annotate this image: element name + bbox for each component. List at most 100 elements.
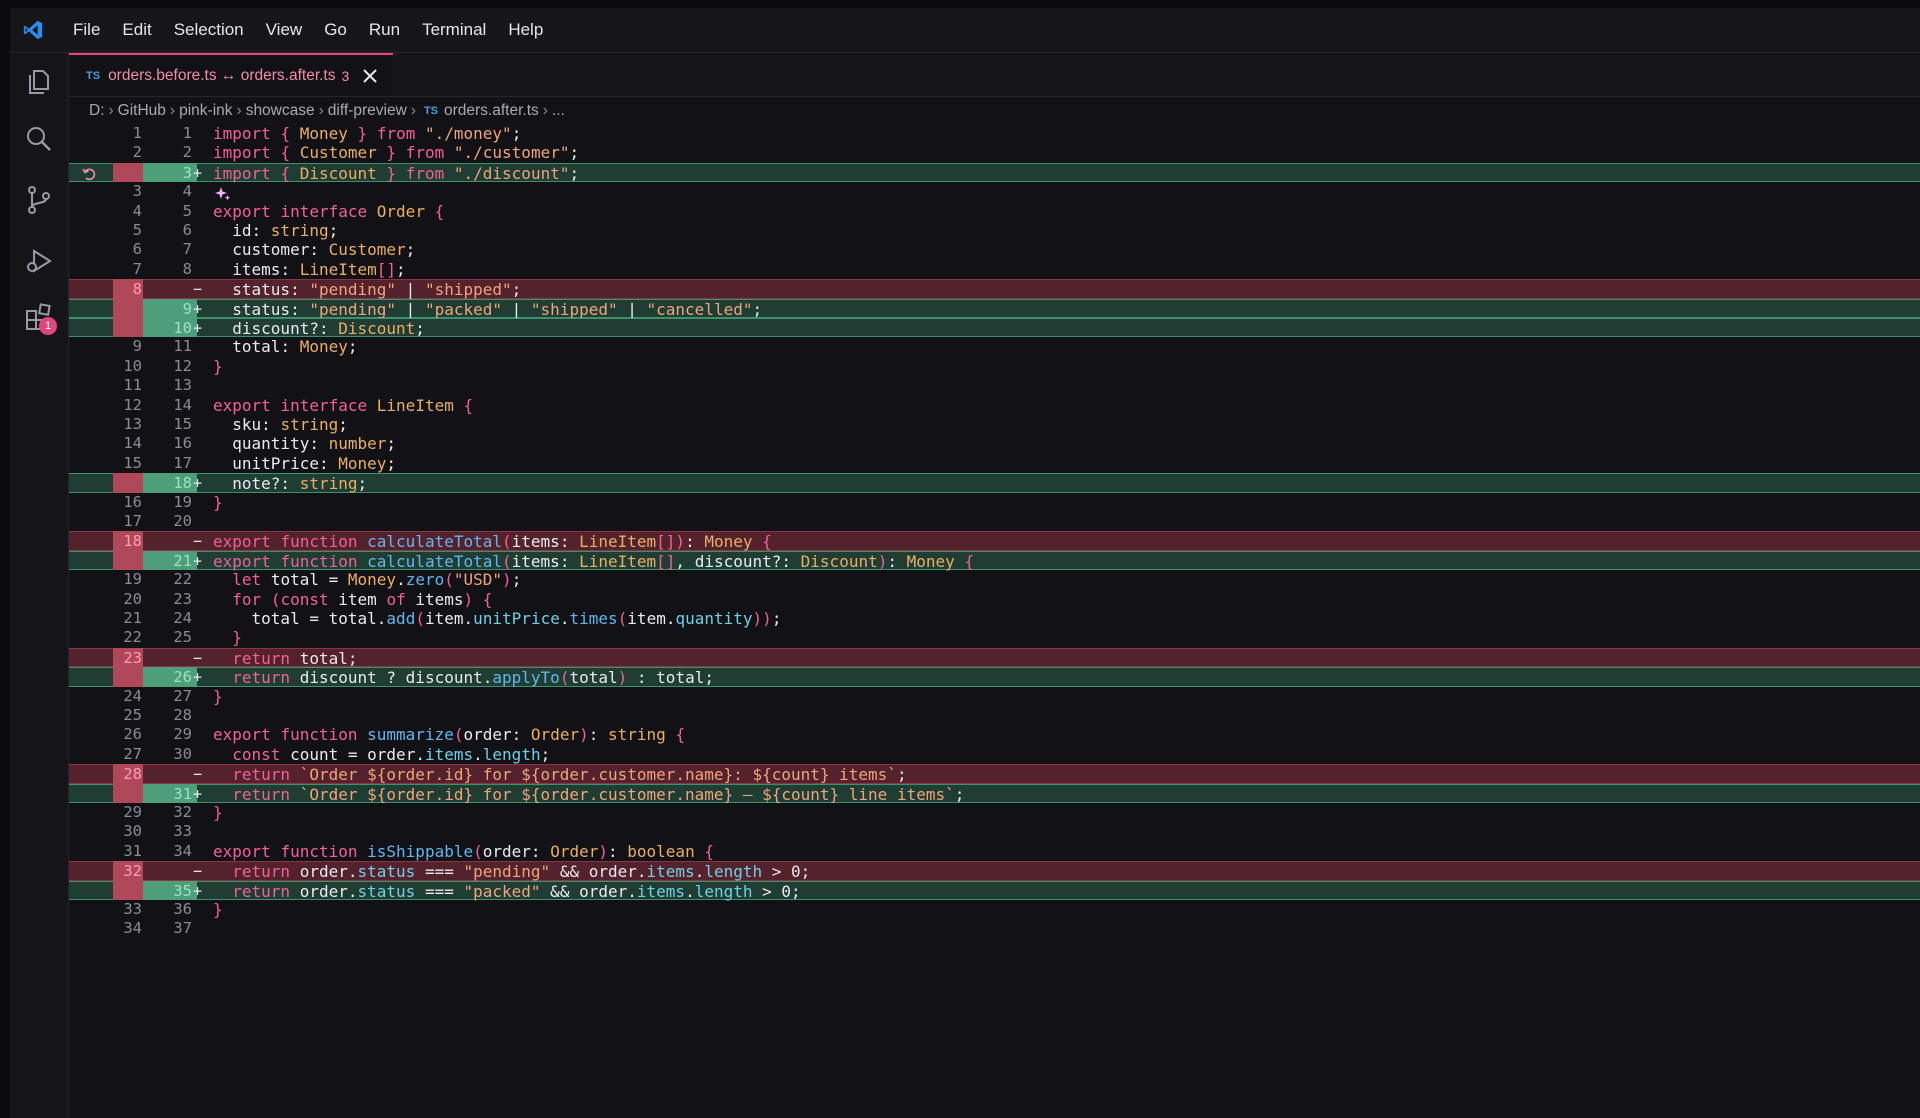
diff-line[interactable]: 6 7 customer: Customer; (69, 240, 1920, 259)
line-number-old: 5 (132, 221, 142, 239)
line-number-old: 1 (132, 124, 142, 142)
menu-terminal[interactable]: Terminal (411, 15, 497, 45)
diff-line[interactable]: 17 20 (69, 512, 1920, 531)
diff-line-deleted[interactable]: 23 − return total; (69, 647, 1920, 668)
menu-file[interactable]: File (62, 15, 111, 45)
diff-line[interactable]: 9 11 total: Money; (69, 337, 1920, 356)
diff-line[interactable]: 15 17 unitPrice: Money; (69, 454, 1920, 473)
code-text: const count = order.items.length; (232, 744, 551, 764)
diff-line[interactable]: 19 22 let total = Money.zero("USD"); (69, 570, 1920, 589)
menu-run[interactable]: Run (358, 15, 411, 45)
close-icon[interactable] (361, 67, 379, 85)
line-number-old: 2 (132, 143, 142, 162)
code-text: items: LineItem[]; (232, 259, 406, 279)
line-number-new: 5 (182, 201, 192, 220)
code-text: export function calculateTotal(items: Li… (213, 551, 975, 571)
revert-change-icon[interactable] (81, 166, 97, 182)
search-icon[interactable] (23, 123, 55, 155)
diff-line-inserted[interactable]: 31 + return `Order ${order.id} for ${orde… (69, 783, 1920, 804)
diff-line[interactable]: 30 33 (69, 822, 1920, 841)
diff-line-inserted[interactable]: 21 + export function calculateTotal(items:… (69, 550, 1920, 571)
diff-line-inserted[interactable]: 26 + return discount ? discount.applyTo(t… (69, 667, 1920, 687)
diff-line-inserted[interactable]: 35 + return order.status === "packed" && … (69, 880, 1920, 901)
line-number-old: 27 (123, 744, 142, 763)
line-number-old: 3 (132, 182, 142, 201)
line-number-old: 33 (123, 900, 142, 918)
source-control-icon[interactable] (23, 184, 55, 216)
breadcrumb-more[interactable]: ... (552, 102, 565, 120)
diff-line-inserted[interactable]: 3 + import { Discount } from "./discount"; (69, 162, 1920, 183)
breadcrumb-drive[interactable]: D: (89, 102, 105, 120)
diff-line[interactable]: 4 5 export interface Order { (69, 202, 1920, 221)
diff-line-inserted[interactable]: 18 + note?: string; (69, 473, 1920, 494)
diff-line-deleted[interactable]: 8 − status: "pending" | "shipped"; (69, 279, 1920, 299)
typescript-icon: TS (423, 105, 438, 117)
diff-line[interactable]: 26 29 export function summarize(order: Ord… (69, 725, 1920, 744)
diff-line[interactable]: 34 (69, 182, 1920, 201)
run-debug-icon[interactable] (23, 245, 55, 277)
diff-line[interactable]: 33 36} (69, 900, 1920, 919)
code-text: return order.status === "packed" && orde… (232, 881, 801, 901)
line-number-new: 34 (173, 841, 192, 860)
diff-line[interactable]: 31 34 export function isShippable(order: O… (69, 842, 1920, 861)
diff-editor[interactable]: 1 1 import { Money } from "./money"; 2 2 impo… (69, 124, 1920, 1118)
line-number-new: 11 (173, 337, 192, 356)
minus-icon: − (193, 280, 203, 299)
diff-line[interactable]: 25 28 (69, 706, 1920, 725)
menu-selection[interactable]: Selection (163, 15, 255, 45)
chevron-right-icon: › (542, 102, 548, 119)
diff-line[interactable]: 21 24 total = total.add(item.unitPrice.ti… (69, 609, 1920, 628)
diff-line[interactable]: 24 27} (69, 687, 1920, 706)
diff-line[interactable]: 20 23 for (const item of items) { (69, 590, 1920, 609)
diff-line[interactable]: 2 2 import { Customer } from "./customer"; (69, 143, 1920, 162)
plus-icon: + (193, 319, 203, 337)
breadcrumb-github[interactable]: GitHub (118, 102, 166, 120)
breadcrumb-pink-ink[interactable]: pink-ink (179, 102, 232, 120)
line-number-old: 32 (123, 862, 142, 881)
gutter-deleted-marker (113, 550, 143, 571)
line-number-new: 1 (182, 124, 192, 142)
diff-line-inserted[interactable]: 9 + status: "pending" | "packed" | "shipp… (69, 298, 1920, 319)
line-number-new: 12 (173, 356, 192, 375)
plus-icon: + (193, 299, 203, 318)
explorer-icon[interactable] (23, 65, 55, 97)
diff-line[interactable]: 27 30 const count = order.items.length; (69, 745, 1920, 764)
tab-diff-orders[interactable]: TS orders.before.ts ↔ orders.after.ts 3 (69, 53, 393, 96)
code-text: note?: string; (232, 474, 368, 494)
menu-go[interactable]: Go (313, 15, 358, 45)
code-text: total: Money; (232, 337, 358, 357)
diff-line[interactable]: 1 1 import { Money } from "./money"; (69, 124, 1920, 143)
minus-icon: − (193, 765, 203, 784)
sparkle-icon[interactable] (215, 186, 231, 202)
diff-line[interactable]: 29 32} (69, 803, 1920, 822)
diff-line[interactable]: 22 25 } (69, 628, 1920, 647)
breadcrumb-diff-preview[interactable]: diff-preview (328, 102, 407, 120)
breadcrumb-showcase[interactable]: showcase (246, 102, 315, 120)
diff-line-deleted[interactable]: 32 − return order.status === "pending" &&… (69, 861, 1920, 881)
breadcrumb-file[interactable]: orders.after.ts (444, 102, 539, 120)
line-number-new: 25 (173, 628, 192, 647)
line-number-new: 36 (173, 900, 192, 918)
diff-line[interactable]: 13 15 sku: string; (69, 415, 1920, 434)
diff-line[interactable]: 7 8 items: LineItem[]; (69, 260, 1920, 279)
gutter-deleted-marker (113, 667, 143, 687)
menu-help[interactable]: Help (497, 15, 554, 45)
menu-view[interactable]: View (255, 15, 314, 45)
diff-line[interactable]: 16 19} (69, 493, 1920, 512)
diff-line-deleted[interactable]: 28 − return `Order ${order.id} for ${orde… (69, 764, 1920, 784)
diff-line[interactable]: 11 13 (69, 376, 1920, 395)
diff-line[interactable]: 10 12} (69, 357, 1920, 376)
line-number-new: 18 (173, 474, 192, 493)
diff-line[interactable]: 12 14 export interface LineItem { (69, 396, 1920, 415)
tab-title: orders.before.ts ↔ orders.after.ts (108, 66, 336, 84)
chevron-right-icon: › (236, 102, 242, 119)
diff-line[interactable]: 14 16 quantity: number; (69, 434, 1920, 453)
diff-line-deleted[interactable]: 18 − export function calculateTotal(items:… (69, 531, 1920, 551)
code-text: export interface Order { (213, 201, 445, 221)
code-text: return total; (232, 648, 358, 668)
diff-line-inserted[interactable]: 10 + discount?: Discount; (69, 318, 1920, 338)
menu-edit[interactable]: Edit (111, 15, 162, 45)
chevron-right-icon: › (410, 102, 416, 119)
diff-line[interactable]: 5 6 id: string; (69, 221, 1920, 240)
diff-line[interactable]: 34 37 (69, 919, 1920, 938)
